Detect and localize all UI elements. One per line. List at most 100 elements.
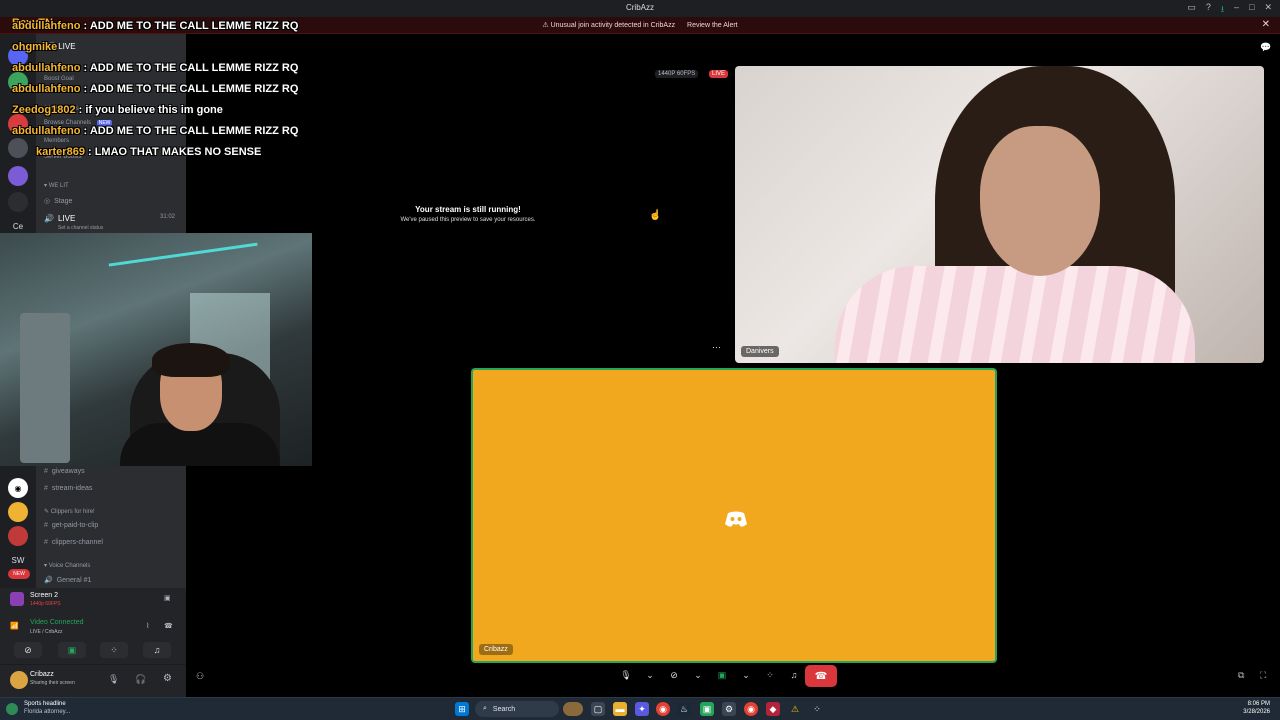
clock-time[interactable]: 8:06 PM <box>1248 701 1270 707</box>
camera-toggle-icon[interactable]: ⊘ <box>665 666 683 684</box>
server-icon-5[interactable] <box>8 166 28 186</box>
disconnect-icon[interactable]: ☎ <box>164 622 173 630</box>
soundboard-icon[interactable]: ♫ <box>785 666 803 684</box>
gear-icon[interactable]: ⚙ <box>163 673 172 684</box>
file-explorer-icon[interactable]: ▬ <box>613 702 627 716</box>
popout-icon[interactable]: ⧉ <box>1238 670 1244 681</box>
chrome-icon[interactable]: ◉ <box>656 702 670 716</box>
news-headline[interactable]: Sports headline <box>24 701 66 707</box>
camera-button[interactable]: ⊘ <box>14 642 42 658</box>
channel-clippers[interactable]: # clippers-channel <box>44 539 103 546</box>
teams-icon[interactable]: ✦ <box>635 702 649 716</box>
windows-taskbar: Sports headline Florida attorney... ⊞ ⌕ S… <box>0 697 1280 720</box>
windows-start-icon[interactable]: ⊞ <box>455 702 469 716</box>
alert-icon: ⚠ <box>542 22 549 29</box>
server-icon-4[interactable] <box>8 138 28 158</box>
chat-bubble-icon[interactable]: 💬 <box>1260 42 1271 53</box>
server-icon-6[interactable] <box>8 192 28 212</box>
widgets-icon[interactable] <box>563 702 583 716</box>
screenshare-button[interactable]: ▣ <box>58 642 86 658</box>
voice-panel: Screen 2 1440p 60FPS ▣ 📶 Video Connected… <box>0 588 186 664</box>
app-title: CribAzz <box>625 3 654 12</box>
avatar[interactable] <box>10 671 28 689</box>
server-icon-7[interactable]: ◉ <box>8 478 28 498</box>
channel-live[interactable]: 🔊 LIVE 31:02 <box>44 214 175 223</box>
close-icon[interactable]: ✕ <box>1264 2 1272 18</box>
participant-tile-danivers[interactable]: Danivers <box>735 66 1264 363</box>
chat-line: abdullahfeno : ADD ME TO THE CALL LEMME … <box>12 20 299 32</box>
app-green-icon[interactable]: ▣ <box>700 702 714 716</box>
more-options-icon[interactable]: ⋯ <box>712 342 721 353</box>
screen-thumb <box>10 592 24 606</box>
screenshare-icon[interactable]: ▣ <box>713 666 731 684</box>
task-view-icon[interactable]: ▢ <box>591 702 605 716</box>
server-icon-9[interactable] <box>8 526 28 546</box>
server-icon-8[interactable] <box>8 502 28 522</box>
screen-settings-icon[interactable]: ▣ <box>164 594 171 602</box>
channel-general[interactable]: 🔊 General #1 <box>44 576 91 584</box>
channel-stream-ideas[interactable]: # stream-ideas <box>44 485 92 492</box>
screen-quality: 1440p 60FPS <box>30 601 61 607</box>
browser-icon[interactable]: ◉ <box>744 702 758 716</box>
streamer-webcam <box>0 233 312 466</box>
noise-icon[interactable]: ⌇ <box>146 622 149 630</box>
taskbar-search[interactable]: ⌕ Search <box>475 701 559 717</box>
participant-name: Danivers <box>741 346 779 357</box>
soundboard-button[interactable]: ♫ <box>143 642 171 658</box>
participant-name: Cribazz <box>479 644 513 655</box>
weather-icon[interactable] <box>6 703 18 715</box>
window-titlebar: CribAzz ▭ ? ⭳ – □ ✕ <box>0 0 1280 17</box>
screenshare-options-icon[interactable]: ⌄ <box>737 666 755 684</box>
chat-line: karter869 : LMAO THAT MAKES NO SENSE <box>36 146 262 158</box>
fullscreen-icon[interactable]: ⛶ <box>1260 670 1266 681</box>
screen-title: Screen 2 <box>30 592 59 599</box>
chat-line: abdullahfeno : ADD ME TO THE CALL LEMME … <box>12 62 299 74</box>
clock-date[interactable]: 3/28/2026 <box>1243 709 1270 715</box>
headset-icon[interactable]: 🎧 <box>135 674 146 685</box>
chat-line: abdullahfeno : ADD ME TO THE CALL LEMME … <box>12 83 299 95</box>
app-icon[interactable]: ⚙ <box>722 702 736 716</box>
server-sw[interactable]: SW <box>8 550 28 570</box>
voice-channel[interactable]: LIVE / CribAzz <box>30 629 63 635</box>
alert-message: Unusual join activity detected in CribAz… <box>550 22 676 29</box>
call-controls: 🎙 ⌄ ⊘ ⌄ ▣ ⌄ ⁘ ♫ ⋯ <box>617 666 827 684</box>
stream-paused-subtitle: We've paused this preview to save your r… <box>400 217 536 223</box>
channel-get-paid[interactable]: # get-paid-to-clip <box>44 522 98 529</box>
maximize-icon[interactable]: □ <box>1249 2 1254 18</box>
category-we-lit[interactable]: ▾ WE LIT <box>44 182 69 189</box>
help-icon[interactable]: ? <box>1206 2 1211 18</box>
user-status: Sharing their screen <box>30 680 75 686</box>
user-panel: Cribazz Sharing their screen 🎙 🎧 ⚙ <box>0 664 186 697</box>
mic-toggle-icon[interactable]: 🎙 <box>617 666 635 684</box>
dismiss-alert-icon[interactable]: ✕ <box>1262 19 1270 30</box>
warning-icon[interactable]: ⚠ <box>788 702 802 716</box>
chat-line: abdullahfeno : ADD ME TO THE CALL LEMME … <box>12 125 299 137</box>
mic-icon[interactable]: 🎙 <box>108 674 119 685</box>
mic-options-icon[interactable]: ⌄ <box>641 666 659 684</box>
activities-button[interactable]: ⁘ <box>100 642 128 658</box>
download-icon[interactable]: ⭳ <box>1221 2 1224 18</box>
news-subtitle: Florida attorney... <box>24 709 71 715</box>
app-red-icon[interactable]: ◆ <box>766 702 780 716</box>
stream-paused-title: Your stream is still running! <box>415 205 521 214</box>
category-voice[interactable]: ▾ Voice Channels <box>44 562 90 569</box>
channel-status[interactable]: Set a channel status <box>58 225 103 231</box>
inbox-icon[interactable]: ▭ <box>1187 2 1196 18</box>
minimize-icon[interactable]: – <box>1234 2 1239 18</box>
activity-icon[interactable]: ⚇ <box>196 671 204 682</box>
camera-options-icon[interactable]: ⌄ <box>689 666 707 684</box>
participant-tile-cribazz[interactable]: Cribazz <box>471 368 997 663</box>
voice-status: Video Connected <box>30 619 84 626</box>
members-link[interactable]: Members <box>44 138 69 144</box>
signal-icon[interactable]: 📶 <box>10 622 19 630</box>
category-clippers[interactable]: ✎ Clippers for hire! <box>44 508 95 515</box>
activities-icon[interactable]: ⁘ <box>761 666 779 684</box>
steam-icon[interactable]: ♨ <box>677 702 691 716</box>
hang-up-button[interactable]: ☎ <box>805 665 837 687</box>
username[interactable]: Cribazz <box>30 671 54 678</box>
app-grid-icon[interactable]: ⁘ <box>810 702 824 716</box>
speaker-icon: 🔊 <box>44 577 53 584</box>
channel-giveaways[interactable]: # giveaways <box>44 468 85 475</box>
review-alert-link[interactable]: Review the Alert <box>687 22 738 29</box>
channel-stage[interactable]: ◎ Stage <box>44 197 72 205</box>
